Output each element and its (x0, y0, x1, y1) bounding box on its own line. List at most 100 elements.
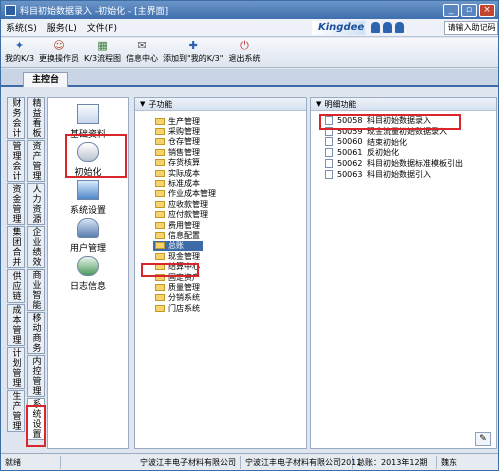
highlight-system-settings-tab (26, 405, 46, 447)
folder-icon (155, 169, 165, 177)
exit-system-button[interactable]: ⏻ 退出系统 (228, 38, 260, 64)
vtab-fund[interactable]: 资金管理 (7, 183, 25, 225)
menu-system[interactable]: 系统(S) (1, 21, 42, 34)
folder-icon (155, 283, 165, 291)
subfunction-item[interactable]: 销售管理 (135, 147, 306, 157)
status-period: 总账：2013年12期 (353, 455, 437, 469)
vtab-hr[interactable]: 人力资源 (27, 183, 45, 225)
user-switch-icon: ☺ (53, 39, 65, 52)
title-bar: 科目初始数据录入 -初始化 - [主界面] _ ▫ × (1, 1, 498, 19)
add-favorite-icon: ✚ (188, 39, 198, 52)
vtab-mobile[interactable]: 移动商务 (27, 312, 45, 354)
vtab-financial[interactable]: 财务会计 (7, 97, 25, 139)
document-icon (325, 148, 333, 158)
detail-function-item[interactable]: 50062 科目初始数据标准模板引出 (311, 158, 496, 169)
close-button[interactable]: × (479, 3, 495, 17)
folder-icon (155, 117, 165, 125)
k3-icon: ✦ (14, 39, 25, 52)
subfunction-item[interactable]: 应收款管理 (135, 199, 306, 209)
window-title: 科目初始数据录入 -初始化 - [主界面] (20, 6, 169, 17)
subfunction-item[interactable]: 现金管理 (135, 251, 306, 261)
user-management-item[interactable]: 用户管理 (48, 218, 128, 254)
status-user: 魏东 (441, 457, 457, 467)
document-icon (325, 137, 333, 147)
vtab-production[interactable]: 生产管理 (7, 390, 25, 432)
vtab-bi[interactable]: 商业智能 (27, 269, 45, 311)
subfunction-item[interactable]: 实际成本 (135, 168, 306, 178)
menu-file[interactable]: 文件(F) (82, 21, 122, 34)
brand-people-icon (370, 22, 404, 33)
folder-icon (155, 252, 165, 260)
system-settings-icon (77, 180, 99, 200)
flowchart-button[interactable]: ▦ K/3流程图 (84, 38, 121, 64)
app-icon (5, 4, 16, 16)
kingdee-logo: Kingdee (312, 20, 365, 35)
status-ready: 就绪 (1, 455, 61, 469)
module-tabs-right: 精益看板 资产管理 人力资源 企业绩效 商业智能 移动商务 内控管理 系统设置 (27, 97, 45, 441)
folder-icon (155, 138, 165, 146)
subfunction-item[interactable]: 存货核算 (135, 158, 306, 168)
folder-icon (155, 128, 165, 136)
basic-data-icon (77, 104, 99, 124)
subfunction-item[interactable]: 应付款管理 (135, 210, 306, 220)
highlight-initialization (65, 134, 127, 178)
message-center-button[interactable]: ✉ 信息中心 (126, 38, 158, 64)
folder-icon (155, 294, 165, 302)
detail-function-item[interactable]: 50061 反初始化 (311, 147, 496, 158)
subfunction-item[interactable]: 作业成本管理 (135, 189, 306, 199)
folder-icon (155, 200, 165, 208)
corner-tool-icon[interactable]: ✎ (475, 432, 491, 446)
vtab-cost[interactable]: 成本管理 (7, 304, 25, 346)
folder-icon (155, 304, 165, 312)
vtab-group[interactable]: 集团合并 (7, 226, 25, 268)
system-settings-item[interactable]: 系统设置 (48, 180, 128, 216)
subfunction-item[interactable]: 标准成本 (135, 178, 306, 188)
add-to-my-k3-button[interactable]: ✚ 添加到"我的K/3" (163, 38, 223, 64)
vtab-internal-control[interactable]: 内控管理 (27, 355, 45, 397)
folder-icon (155, 148, 165, 156)
maximize-button[interactable]: ▫ (461, 3, 477, 17)
folder-icon (155, 159, 165, 167)
subfunction-item[interactable]: 分销系统 (135, 293, 306, 303)
subfunction-item[interactable]: 生产管理 (135, 116, 306, 126)
detail-function-item[interactable]: 50063 科目初始数据引入 (311, 169, 496, 180)
document-icon (325, 169, 333, 179)
vtab-assets[interactable]: 资产管理 (27, 140, 45, 182)
detail-function-item[interactable]: 50060 结束初始化 (311, 137, 496, 148)
subfunction-item[interactable]: 采购管理 (135, 126, 306, 136)
subfunction-item[interactable]: 费用管理 (135, 220, 306, 230)
subfunction-item[interactable]: 仓存管理 (135, 137, 306, 147)
document-icon (325, 159, 333, 169)
collapse-caret-icon[interactable]: ▼ (140, 100, 145, 108)
subfunction-tree: 生产管理 采购管理 仓存管理 销售管理 存货核算 实际成本 标准成本 作业成本管理 应收款管理应… (135, 111, 306, 313)
log-info-icon (77, 256, 99, 276)
vtab-planning[interactable]: 计划管理 (7, 347, 25, 389)
subfunction-item[interactable]: 门店系统 (135, 303, 306, 313)
collapse-caret-icon[interactable]: ▼ (316, 100, 321, 108)
module-tabs: 财务会计 管理会计 资金管理 集团合并 供应链 成本管理 计划管理 生产管理 精… (7, 97, 45, 449)
vtab-management-accounting[interactable]: 管理会计 (7, 140, 25, 182)
menu-service[interactable]: 服务(L) (42, 21, 82, 34)
minimize-button[interactable]: _ (443, 3, 459, 17)
log-info-item[interactable]: 日志信息 (48, 256, 128, 292)
my-k3-button[interactable]: ✦ 我的K/3 (5, 38, 34, 64)
folder-icon (155, 221, 165, 229)
switch-operator-button[interactable]: ☺ 更换操作员 (39, 38, 79, 64)
vtab-lean-kanban[interactable]: 精益看板 (27, 97, 45, 139)
exit-icon: ⏻ (240, 39, 249, 52)
vtab-supply-chain[interactable]: 供应链 (7, 269, 25, 303)
mnemonic-search-input[interactable]: 请输入助记码 (443, 20, 498, 35)
folder-icon (155, 211, 165, 219)
vtab-performance[interactable]: 企业绩效 (27, 226, 45, 268)
tab-main-console[interactable]: 主控台 (23, 72, 69, 87)
folder-icon (155, 231, 165, 239)
subfunction-item[interactable]: 总账 (153, 240, 203, 252)
toolbar: ✦ 我的K/3 ☺ 更换操作员 ▦ K/3流程图 ✉ 信息中心 ✚ 添加到"我的K/3" … (1, 38, 498, 68)
status-bar: 就绪 宁波江丰电子材料有限公司 宁波江丰电子材料有限公司2011 总账：2013… (1, 453, 498, 470)
folder-icon (155, 190, 165, 198)
status-account-set: 宁波江丰电子材料有限公司2011 (241, 455, 361, 469)
folder-icon (155, 180, 165, 188)
subfunction-item[interactable]: 信息配置 (135, 230, 306, 240)
module-tabs-left: 财务会计 管理会计 资金管理 集团合并 供应链 成本管理 计划管理 生产管理 (7, 97, 25, 433)
subfunction-item[interactable]: 质量管理 (135, 282, 306, 292)
